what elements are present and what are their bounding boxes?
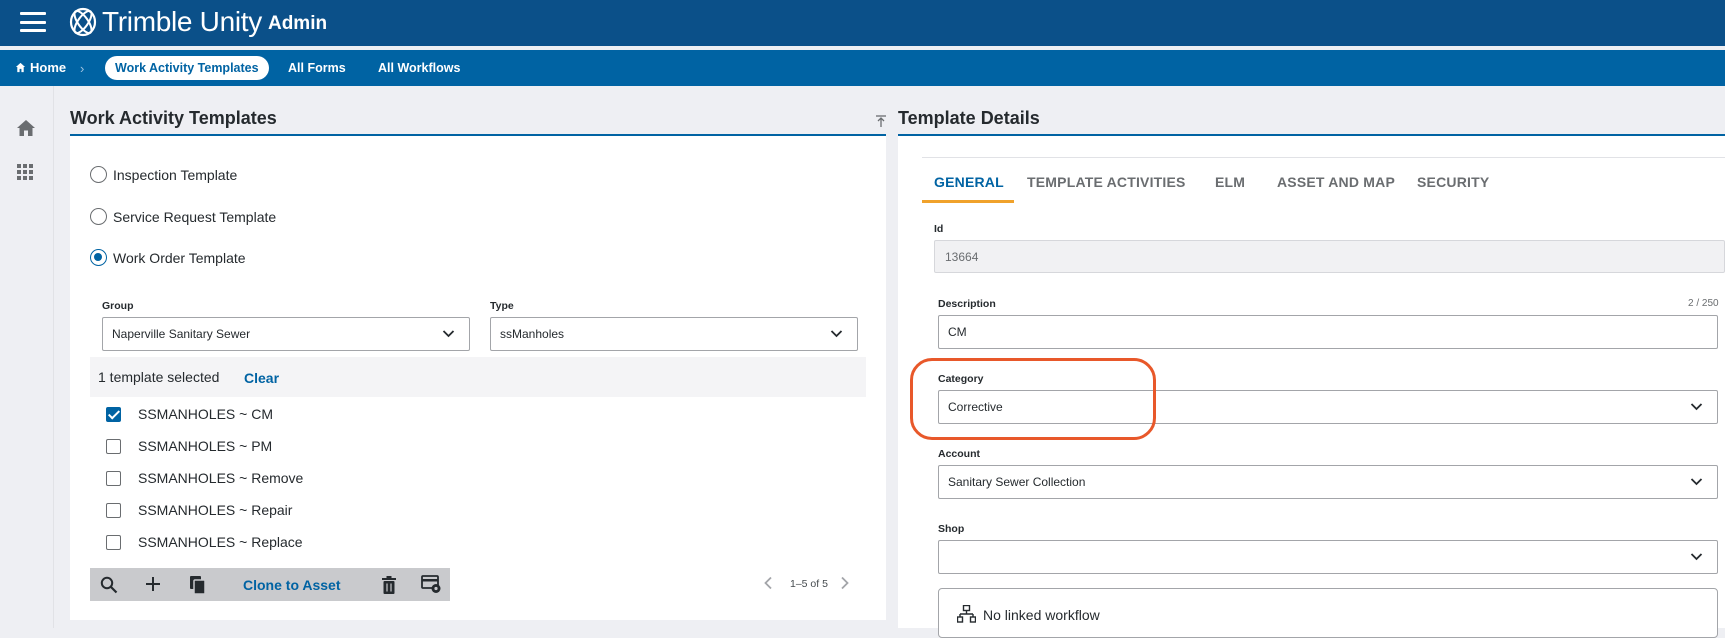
settings-card-icon[interactable] bbox=[421, 575, 442, 594]
type-label: Type bbox=[490, 300, 514, 312]
search-icon[interactable] bbox=[100, 576, 118, 594]
type-select[interactable]: ssManholes bbox=[490, 317, 858, 351]
tab-work-activity-templates[interactable]: Work Activity Templates bbox=[105, 56, 269, 80]
breadcrumb-chevron-icon: › bbox=[80, 61, 85, 76]
list-item-label: SSMANHOLES ~ Remove bbox=[138, 470, 304, 486]
chevron-right-icon[interactable] bbox=[840, 576, 850, 590]
tab-all-forms[interactable]: All Forms bbox=[288, 61, 346, 75]
list-item-label: SSMANHOLES ~ CM bbox=[138, 406, 273, 422]
checkbox[interactable] bbox=[106, 534, 121, 550]
add-icon[interactable] bbox=[145, 576, 161, 592]
list-item[interactable]: SSMANHOLES ~ Repair bbox=[106, 502, 292, 518]
tab-template-activities[interactable]: TEMPLATE ACTIVITIES bbox=[1027, 174, 1186, 190]
tabs-divider bbox=[922, 157, 1725, 158]
tab-elm[interactable]: ELM bbox=[1215, 174, 1245, 190]
menu-icon[interactable] bbox=[20, 11, 46, 33]
active-tab-indicator bbox=[922, 200, 1014, 203]
category-select[interactable]: Corrective bbox=[938, 390, 1718, 424]
workflow-hierarchy-icon bbox=[957, 605, 976, 623]
list-toolbar: Clone to Asset bbox=[90, 568, 450, 601]
checkbox[interactable] bbox=[106, 470, 121, 486]
chevron-down-icon bbox=[830, 330, 843, 338]
radio-service-request-template[interactable]: Service Request Template bbox=[90, 208, 276, 225]
list-item[interactable]: SSMANHOLES ~ CM bbox=[106, 406, 273, 422]
id-field: 13664 bbox=[934, 240, 1725, 273]
radio-label: Inspection Template bbox=[113, 166, 238, 183]
brand-sub: Admin bbox=[267, 13, 328, 34]
id-label: Id bbox=[934, 223, 944, 235]
category-value: Corrective bbox=[948, 400, 1003, 414]
chevron-down-icon bbox=[442, 330, 455, 338]
list-item-label: SSMANHOLES ~ PM bbox=[138, 438, 273, 454]
breadcrumb-nav: Home › Work Activity Templates All Forms… bbox=[0, 50, 1725, 86]
trimble-globe-icon bbox=[69, 7, 97, 37]
copy-icon[interactable] bbox=[189, 575, 207, 595]
collapse-up-icon[interactable] bbox=[874, 114, 888, 128]
account-select[interactable]: Sanitary Sewer Collection bbox=[938, 465, 1718, 499]
description-value: CM bbox=[948, 325, 967, 339]
selection-count: 1 template selected bbox=[98, 369, 220, 385]
nav-home[interactable]: Home bbox=[15, 60, 66, 75]
description-char-counter: 2 / 250 bbox=[1688, 298, 1719, 309]
category-label: Category bbox=[938, 373, 984, 385]
account-value: Sanitary Sewer Collection bbox=[948, 475, 1086, 489]
brand[interactable]: Trimble Unity Admin bbox=[68, 5, 327, 39]
delete-icon[interactable] bbox=[382, 576, 396, 594]
radio-button[interactable] bbox=[90, 208, 107, 225]
description-label: Description bbox=[938, 298, 996, 310]
tab-general[interactable]: GENERAL bbox=[934, 174, 1004, 190]
list-item[interactable]: SSMANHOLES ~ PM bbox=[106, 438, 272, 454]
group-select[interactable]: Naperville Sanitary Sewer bbox=[102, 317, 470, 351]
tab-security[interactable]: SECURITY bbox=[1417, 174, 1489, 190]
checkbox[interactable] bbox=[106, 502, 121, 518]
tab-all-workflows[interactable]: All Workflows bbox=[378, 61, 460, 75]
panel-title: Work Activity Templates bbox=[70, 108, 277, 128]
panel-title: Template Details bbox=[898, 108, 1040, 128]
pager-range: 1–5 of 5 bbox=[790, 578, 828, 590]
radio-label: Service Request Template bbox=[113, 208, 277, 225]
home-icon bbox=[15, 62, 26, 73]
radio-button[interactable] bbox=[90, 249, 107, 266]
home-icon[interactable] bbox=[16, 119, 36, 137]
apps-grid-icon[interactable] bbox=[16, 163, 34, 181]
group-value: Naperville Sanitary Sewer bbox=[112, 327, 251, 341]
clone-to-asset-button[interactable]: Clone to Asset bbox=[243, 577, 341, 593]
side-rail bbox=[0, 86, 54, 628]
chevron-down-icon bbox=[1690, 553, 1703, 561]
brand-name: Trimble Unity bbox=[102, 6, 262, 37]
chevron-down-icon bbox=[1690, 478, 1703, 486]
type-value: ssManholes bbox=[500, 327, 565, 341]
radio-work-order-template[interactable]: Work Order Template bbox=[90, 249, 246, 266]
id-value: 13664 bbox=[945, 249, 979, 264]
checkbox[interactable] bbox=[106, 406, 121, 422]
chevron-left-icon[interactable] bbox=[763, 576, 773, 590]
radio-inspection-template[interactable]: Inspection Template bbox=[90, 166, 237, 183]
list-item[interactable]: SSMANHOLES ~ Remove bbox=[106, 470, 303, 486]
nav-home-label: Home bbox=[30, 60, 67, 75]
radio-label: Work Order Template bbox=[113, 249, 246, 266]
app-header: Trimble Unity Admin bbox=[0, 0, 1725, 46]
chevron-down-icon bbox=[1690, 403, 1703, 411]
shop-label: Shop bbox=[938, 523, 965, 535]
list-item-label: SSMANHOLES ~ Repair bbox=[138, 502, 293, 518]
account-label: Account bbox=[938, 448, 980, 460]
radio-button[interactable] bbox=[90, 166, 107, 183]
list-item[interactable]: SSMANHOLES ~ Replace bbox=[106, 534, 303, 550]
clear-selection-button[interactable]: Clear bbox=[244, 370, 279, 386]
group-label: Group bbox=[102, 300, 134, 312]
workflow-status: No linked workflow bbox=[983, 607, 1100, 623]
shop-select[interactable] bbox=[938, 540, 1718, 574]
tab-asset-and-map[interactable]: ASSET AND MAP bbox=[1277, 174, 1395, 190]
checkbox[interactable] bbox=[106, 438, 121, 454]
list-item-label: SSMANHOLES ~ Replace bbox=[138, 534, 303, 550]
description-input[interactable]: CM bbox=[938, 315, 1718, 349]
